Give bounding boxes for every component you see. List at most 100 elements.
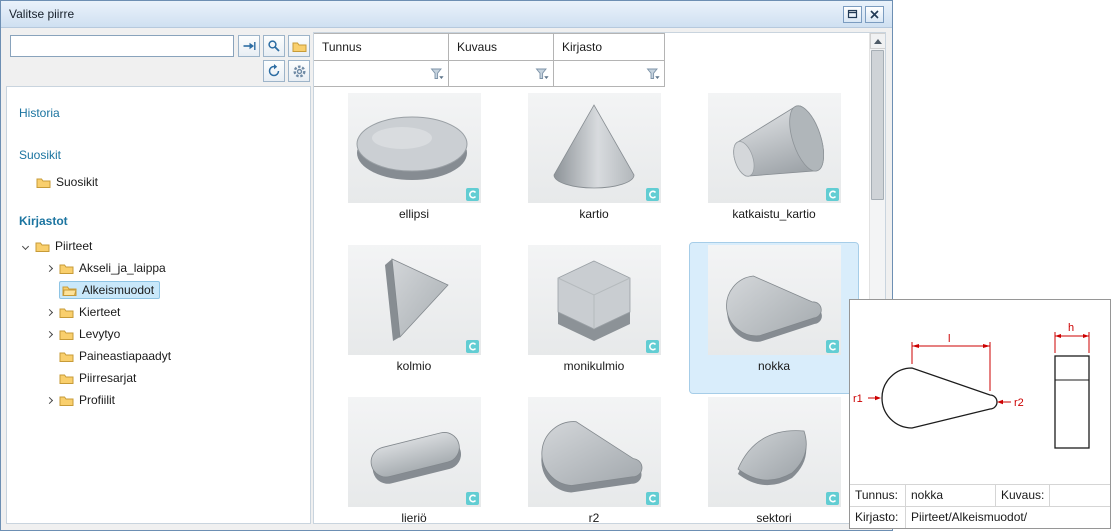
triangle-up-icon [874, 39, 882, 44]
feature-label: nokka [690, 359, 858, 373]
sidebar-item-suosikit[interactable]: Suosikit [7, 145, 310, 165]
scroll-up-button[interactable] [870, 33, 886, 49]
feature-label: kolmio [330, 359, 498, 373]
search-input[interactable] [10, 35, 234, 57]
open-folder-icon [62, 284, 77, 297]
settings-button[interactable] [288, 60, 310, 82]
dim-r1-label: r1 [853, 393, 863, 405]
refresh-icon [267, 64, 281, 78]
filter-button-kirjasto[interactable] [646, 68, 660, 80]
dim-r2-label: r2 [1014, 397, 1024, 409]
chevron-down-icon[interactable] [22, 242, 29, 249]
feature-thumbnail [528, 245, 661, 355]
sidebar: Historia Suosikit Suosikit Kirjastot Pii… [6, 32, 311, 524]
selected-tree-item[interactable]: Alkeismuodot [59, 281, 160, 299]
feature-item-kartio[interactable]: kartio [510, 91, 678, 241]
column-header-tunnus[interactable]: Tunnus [313, 33, 449, 61]
sektori-shape-image [708, 397, 841, 507]
dim-l-label: l [948, 333, 950, 345]
preview-kirjasto-label: Kirjasto: [850, 506, 906, 528]
nokka-shape-image [708, 245, 841, 355]
tree-item-label: Profiilit [79, 393, 115, 407]
feature-thumbnail [348, 397, 481, 507]
tree-item-paineastiapaadyt[interactable]: Paineastiapaadyt [7, 345, 310, 367]
feature-item-sektori[interactable]: sektori [690, 395, 858, 524]
refresh-button[interactable] [263, 60, 285, 82]
feature-item-monikulmio[interactable]: monikulmio [510, 243, 678, 393]
search-button[interactable] [263, 35, 285, 57]
filter-button-tunnus[interactable] [430, 68, 444, 80]
feature-label: sektori [690, 511, 858, 524]
close-button[interactable] [865, 6, 884, 23]
chevron-right-icon[interactable] [46, 330, 53, 337]
folder-icon [59, 328, 74, 341]
chevron-right-icon[interactable] [46, 264, 53, 271]
preview-kirjasto-value: Piirteet/Alkeismuodot/ [906, 506, 1110, 528]
sidebar-item-kirjastot[interactable]: Kirjastot [7, 211, 310, 231]
ellipsi-shape-image [348, 93, 481, 203]
feature-item-katkaistu-kartio[interactable]: katkaistu_kartio [690, 91, 858, 241]
sidebar-item-historia[interactable]: Historia [7, 103, 310, 123]
feature-item-lierio[interactable]: lieriö [330, 395, 498, 524]
folder-icon [59, 350, 74, 363]
tree-item-label: Kierteet [79, 305, 120, 319]
tree-item-piirresarjat[interactable]: Piirresarjat [7, 367, 310, 389]
folder-icon [36, 176, 51, 189]
preview-info: Tunnus: nokka Kuvaus: Kirjasto: Piirteet… [850, 484, 1110, 528]
folder-icon [59, 262, 74, 275]
chevron-right-icon[interactable] [46, 396, 53, 403]
preview-tunnus-value: nokka [906, 484, 996, 506]
tree-item-suosikit-folder[interactable]: Suosikit [7, 171, 310, 193]
filter-button-kuvaus[interactable] [535, 68, 549, 80]
tree-item-label: Piirresarjat [79, 371, 136, 385]
tree-item-piirteet[interactable]: Piirteet [7, 235, 310, 257]
tree-item-profiilit[interactable]: Profiilit [7, 389, 310, 411]
funnel-icon [646, 68, 660, 80]
tree-item-label: Suosikit [56, 175, 98, 189]
content-logo-icon [466, 492, 479, 505]
kartio-shape-image [528, 93, 661, 203]
feature-thumbnail [708, 397, 841, 507]
funnel-icon [535, 68, 549, 80]
list-header: Tunnus Kuvaus Kirjasto [314, 33, 885, 61]
preview-kuvaus-value [1050, 484, 1110, 506]
tree-item-alkeismuodot[interactable]: Alkeismuodot [7, 279, 310, 301]
browse-folder-button[interactable] [288, 35, 310, 57]
feature-item-r2[interactable]: r2 [510, 395, 678, 524]
tree-item-kierteet[interactable]: Kierteet [7, 301, 310, 323]
chevron-right-icon[interactable] [46, 308, 53, 315]
feature-dimension-drawing: l h r1 r2 [850, 300, 1110, 484]
funnel-icon [430, 68, 444, 80]
tree-item-levytyo[interactable]: Levytyo [7, 323, 310, 345]
feature-label: r2 [510, 511, 678, 524]
katkaistu-kartio-shape-image [708, 93, 841, 203]
folder-icon [59, 372, 74, 385]
content-logo-icon [646, 340, 659, 353]
feature-item-ellipsi[interactable]: ellipsi [330, 91, 498, 241]
search-go-button[interactable] [238, 35, 260, 57]
title-bar[interactable]: Valitse piirre [1, 1, 892, 28]
feature-thumbnail [528, 397, 661, 507]
scrollbar-thumb[interactable] [871, 50, 884, 200]
tree-item-label: Levytyo [79, 327, 120, 341]
tree-item-akseli-ja-laippa[interactable]: Akseli_ja_laippa [7, 257, 310, 279]
tree-item-label: Paineastiapaadyt [79, 349, 171, 363]
feature-thumbnail [528, 93, 661, 203]
feature-label: katkaistu_kartio [690, 207, 858, 221]
filter-row [314, 61, 885, 87]
tree-item-label: Alkeismuodot [82, 283, 154, 297]
feature-item-nokka-selected[interactable]: nokka [690, 243, 858, 393]
feature-thumbnail [348, 93, 481, 203]
content-logo-icon [826, 340, 839, 353]
feature-thumbnail [708, 93, 841, 203]
lierio-shape-image [348, 397, 481, 507]
tree-item-label: Piirteet [55, 239, 92, 253]
feature-item-kolmio[interactable]: kolmio [330, 243, 498, 393]
column-header-kuvaus[interactable]: Kuvaus [448, 33, 554, 61]
column-header-kirjasto[interactable]: Kirjasto [553, 33, 665, 61]
float-window-button[interactable] [843, 6, 862, 23]
library-tree: Historia Suosikit Suosikit Kirjastot Pii… [6, 86, 311, 524]
feature-thumbnail [708, 245, 841, 355]
window-title: Valitse piirre [9, 7, 74, 21]
content-logo-icon [466, 340, 479, 353]
